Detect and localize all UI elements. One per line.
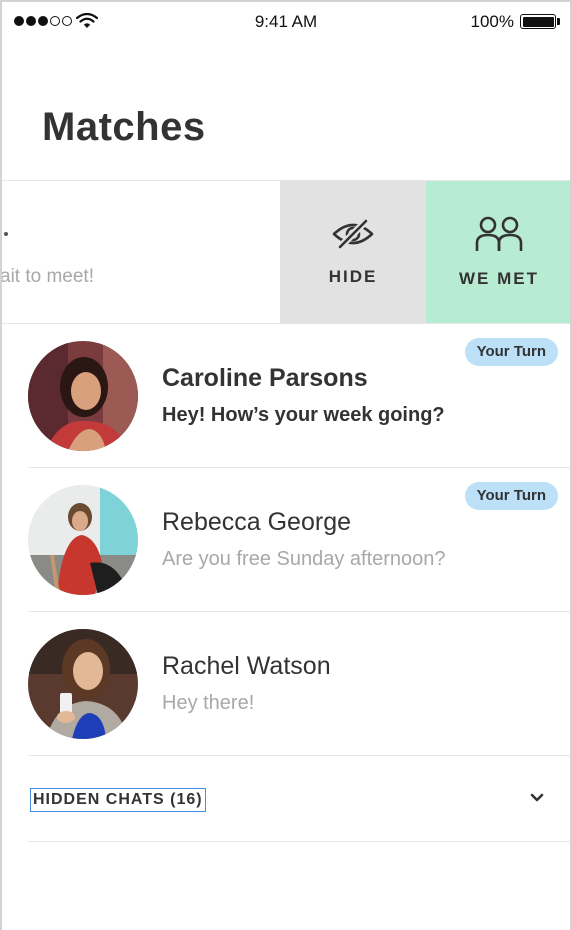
hide-button[interactable]: HIDE <box>280 181 426 323</box>
match-name: Caroline Parsons <box>162 364 368 392</box>
match-last-message: Hey there! <box>162 692 255 714</box>
match-row-rachel-watson[interactable]: Rachel Watson Hey there! <box>28 612 570 756</box>
hidden-chats-label: HIDDEN CHATS (16) <box>30 788 206 812</box>
two-people-icon <box>474 216 524 257</box>
match-last-message: Are you free Sunday afternoon? <box>162 548 446 570</box>
avatar <box>28 341 138 451</box>
hide-label: HIDE <box>328 266 378 286</box>
battery-percent: 100% <box>470 12 514 31</box>
battery-icon <box>520 14 556 29</box>
match-row-rebecca-george[interactable]: Rebecca George Are you free Sunday after… <box>28 468 570 612</box>
eye-slash-icon <box>331 218 375 255</box>
status-bar: 9:41 AM 100% <box>2 2 570 42</box>
battery-level <box>522 16 554 27</box>
swiped-message-preview: ait to meet! <box>0 266 94 287</box>
page-title: Matches <box>42 105 206 149</box>
app-screen: 9:41 AM 100% Matches ait to meet! HIDE W… <box>0 0 572 930</box>
we-met-label: WE MET <box>459 268 539 288</box>
match-name: Rachel Watson <box>162 652 331 680</box>
match-name: Rebecca George <box>162 508 352 536</box>
swiped-name-fragment <box>4 232 8 236</box>
match-row-caroline-parsons[interactable]: Caroline Parsons Hey! How’s your week go… <box>28 324 570 468</box>
avatar <box>28 629 138 739</box>
match-last-message: Hey! How’s your week going? <box>162 404 445 426</box>
avatar <box>28 485 138 595</box>
chevron-down-icon[interactable] <box>530 790 544 808</box>
your-turn-badge: Your Turn <box>464 338 558 366</box>
hidden-chats-toggle[interactable]: HIDDEN CHATS (16) <box>28 754 570 842</box>
your-turn-badge: Your Turn <box>464 482 558 510</box>
we-met-button[interactable]: WE MET <box>426 181 570 323</box>
